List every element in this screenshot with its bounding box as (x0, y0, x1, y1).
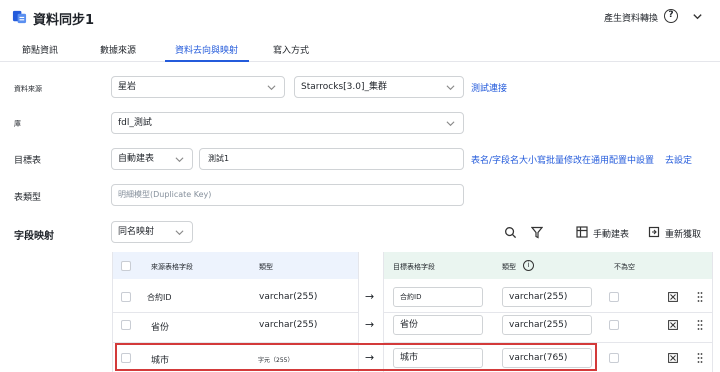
target-table-input[interactable]: 測試1 (199, 148, 464, 170)
table-type-label: 表類型 (14, 193, 42, 203)
datasource-type-select[interactable]: 星岩 (111, 76, 285, 98)
source-type-header: 類型 (259, 263, 273, 271)
table-type-select[interactable]: 明細模型(Duplicate Key) (111, 184, 464, 206)
help-icon[interactable]: ? (664, 9, 678, 23)
database-label: 庫 (14, 120, 21, 128)
target-field-input[interactable]: 省份 (393, 315, 483, 335)
select-all-checkbox[interactable] (121, 261, 131, 271)
page-title: 資料同步1 (33, 13, 95, 28)
auto-create-value: 自動建表 (118, 154, 155, 164)
field-mapping-label: 字段映射 (14, 231, 54, 242)
target-type-input[interactable]: varchar(255) (502, 287, 592, 307)
delete-field-icon[interactable] (668, 292, 678, 302)
database-value: fdl_測試 (118, 118, 152, 128)
filter-icon[interactable] (531, 226, 543, 239)
drag-handle-icon[interactable] (697, 352, 703, 364)
info-icon[interactable]: i (523, 260, 534, 271)
target-type-input[interactable]: varchar(255) (502, 315, 592, 335)
tab-destination-mapping[interactable]: 資料去向與映射 (175, 43, 238, 56)
tab-data-source[interactable]: 數據來源 (100, 43, 136, 56)
target-field-header: 目標表格字段 (393, 263, 435, 271)
mapping-arrow: → (365, 290, 375, 303)
mapping-arrow: → (365, 318, 375, 331)
row-checkbox[interactable] (121, 320, 131, 330)
top-bar: 資料同步1 產生資料轉換 ? (0, 0, 720, 36)
drag-handle-icon[interactable] (697, 291, 703, 303)
row-divider (383, 312, 713, 313)
source-field-cell: 合約ID (147, 293, 172, 302)
target-field-input[interactable]: 合約ID (393, 287, 483, 307)
table-type-value: 明細模型(Duplicate Key) (118, 190, 212, 199)
refresh-icon (648, 226, 660, 238)
datasource-type-value: 星岩 (118, 82, 137, 92)
test-connection-link[interactable]: 測試連接 (471, 81, 507, 94)
not-null-header: 不為空 (614, 263, 635, 271)
search-icon[interactable] (504, 226, 517, 239)
delete-field-icon[interactable] (668, 353, 678, 363)
data-sync-icon (12, 10, 27, 24)
tab-bar: 節點資訊 數據來源 資料去向與映射 寫入方式 (0, 36, 720, 62)
chevron-down-icon (446, 121, 455, 127)
manual-create-table-button[interactable]: 手動建表 (593, 227, 629, 240)
not-null-checkbox[interactable] (609, 292, 619, 302)
datasource-label: 資料來源 (14, 85, 42, 93)
go-setting-link[interactable]: 去設定 (665, 153, 692, 166)
auto-create-select[interactable]: 自動建表 (111, 148, 193, 170)
target-type-header: 類型 (502, 263, 516, 271)
chevron-down-icon (175, 230, 184, 236)
source-field-cell: 省份 (151, 323, 170, 333)
tab-write-method[interactable]: 寫入方式 (273, 43, 309, 56)
chevron-down-icon (175, 157, 184, 163)
datasource-cluster-select[interactable]: Starrocks[3.0]_集群 (294, 76, 464, 98)
delete-field-icon[interactable] (668, 320, 678, 330)
generate-transform-button[interactable]: 產生資料轉換 (604, 11, 658, 24)
datasource-cluster-value: Starrocks[3.0]_集群 (301, 82, 387, 92)
chevron-down-icon[interactable] (692, 11, 703, 22)
not-null-checkbox[interactable] (609, 353, 619, 363)
refresh-fields-button[interactable]: 重新獲取 (665, 227, 701, 240)
target-table-label: 目標表 (14, 156, 42, 166)
tab-node-info[interactable]: 節點資訊 (22, 43, 58, 56)
drag-handle-icon[interactable] (697, 319, 703, 331)
chevron-down-icon (267, 85, 276, 91)
source-type-cell: varchar(255) (259, 320, 318, 330)
table-create-icon (576, 226, 588, 238)
source-field-header: 來源表格字段 (151, 263, 193, 271)
not-null-checkbox[interactable] (609, 320, 619, 330)
chevron-down-icon (446, 85, 455, 91)
row-checkbox[interactable] (121, 292, 131, 302)
source-type-cell: varchar(255) (259, 292, 318, 302)
batch-modify-link[interactable]: 表名/字段名大小寫批量修改在通用配置中設置 (471, 153, 654, 166)
active-tab-indicator (165, 60, 249, 62)
mapping-mode-value: 同名映射 (118, 227, 155, 237)
highlight-box (115, 343, 597, 371)
mapping-mode-select[interactable]: 同名映射 (111, 221, 193, 243)
database-select[interactable]: fdl_測試 (111, 112, 464, 134)
row-divider (112, 312, 359, 313)
